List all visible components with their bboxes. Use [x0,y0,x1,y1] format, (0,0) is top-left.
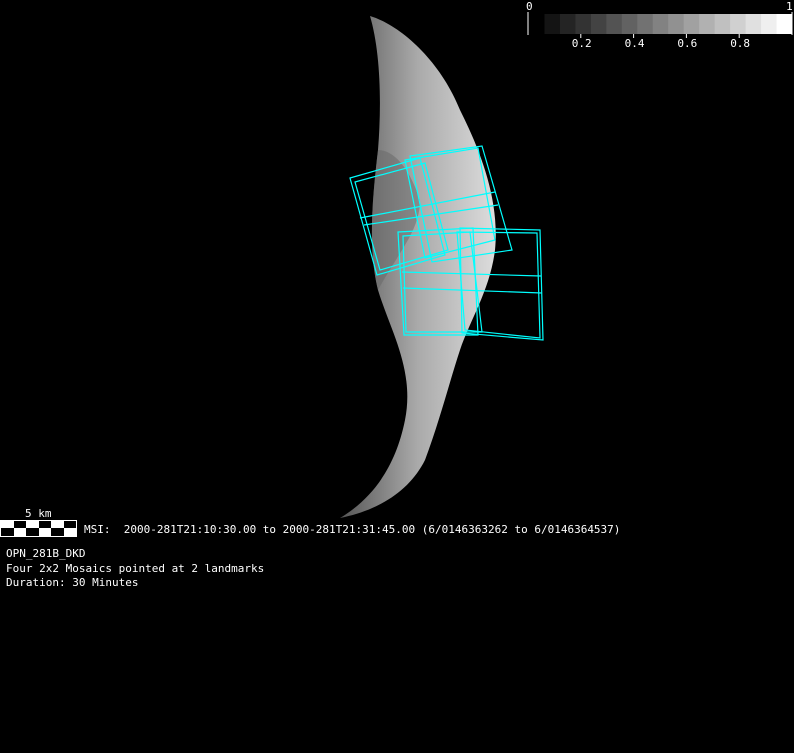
colorbar-tick-label: 0.6 [677,37,698,50]
colorbar-swatch [699,14,716,34]
sequence-description: Four 2x2 Mosaics pointed at 2 landmarks [6,562,265,575]
colorbar-swatch [776,14,793,34]
colorbar-swatch [652,14,669,34]
colorbar-swatch [668,14,685,34]
colorbar-swatch [590,14,607,34]
msi-time-range: MSI: 2000-281T21:10:30.00 to 2000-281T21… [84,523,621,536]
colorbar-tick-label: 0.8 [730,37,751,50]
colorbar-max-label: 1 [786,0,793,13]
colorbar-swatch [761,14,778,34]
colorbar-swatch [621,14,638,34]
colorbar-swatch [544,14,561,34]
colorbar-swatch [730,14,747,34]
asteroid-view [0,12,793,537]
colorbar-swatch [637,14,654,34]
colorbar-min-label: 0 [526,0,533,13]
asteroid-shape [340,16,496,518]
sequence-name: OPN_281B_DKD [6,547,86,560]
scale-bar-label: 5 km [25,507,52,520]
colorbar-swatch [606,14,623,34]
scale-bar [0,520,77,537]
colorbar-swatch [575,14,592,34]
colorbar [527,12,793,38]
colorbar-swatch [683,14,700,34]
colorbar-swatch [745,14,762,34]
colorbar-tick-label: 0.4 [624,37,645,50]
sequence-duration: Duration: 30 Minutes [6,576,139,589]
colorbar-tick-label: 0.2 [571,37,592,50]
colorbar-swatch [714,14,731,34]
colorbar-swatch [559,14,576,34]
